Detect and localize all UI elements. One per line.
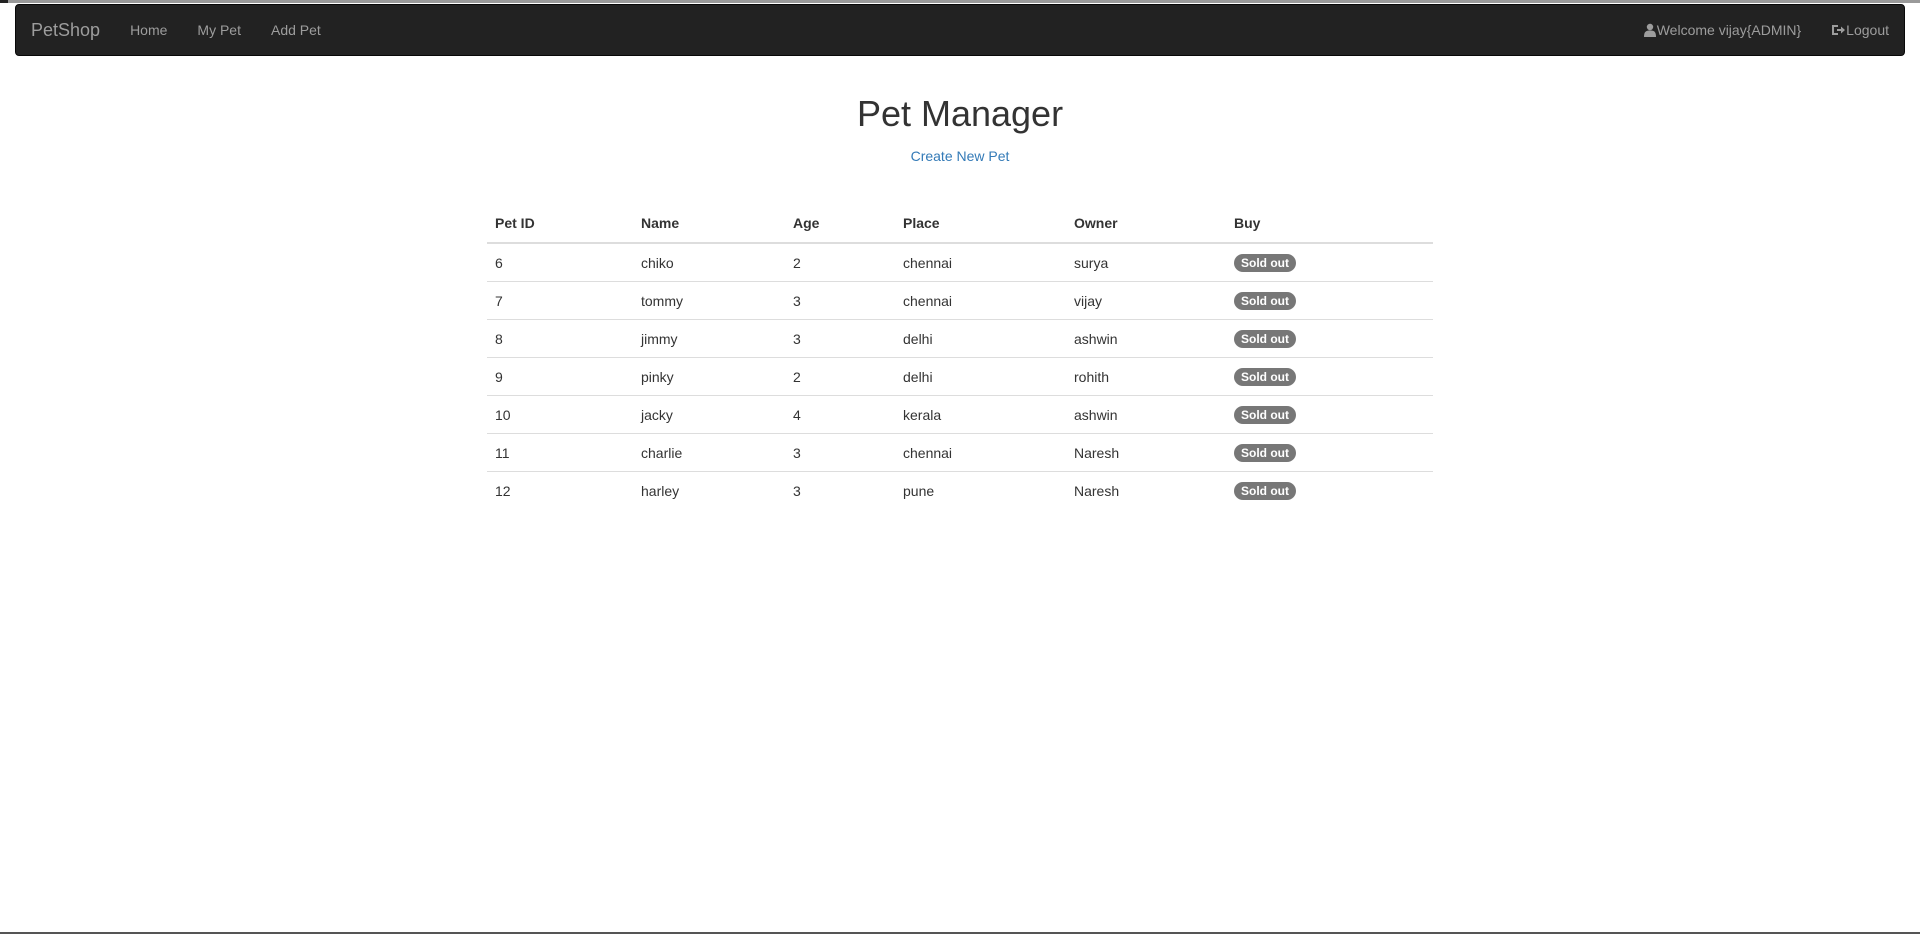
cell-name: harley xyxy=(633,471,785,509)
cell-age: 4 xyxy=(785,395,895,434)
cell-age: 2 xyxy=(785,242,895,282)
cell-age: 3 xyxy=(785,319,895,358)
user-icon xyxy=(1643,23,1656,37)
col-age: Age xyxy=(785,204,895,244)
nav-home[interactable]: Home xyxy=(115,5,182,55)
window-top-border xyxy=(0,0,1920,3)
cell-buy: Sold out xyxy=(1226,471,1433,509)
cell-pet-id: 7 xyxy=(487,281,633,320)
cell-place: pune xyxy=(895,471,1066,509)
cell-owner: vijay xyxy=(1066,281,1226,320)
logout-icon xyxy=(1832,25,1846,35)
cell-place: chennai xyxy=(895,242,1066,282)
table-row: 11 charlie 3 chennai Naresh Sold out xyxy=(487,433,1433,472)
cell-place: delhi xyxy=(895,357,1066,396)
table-row: 6 chiko 2 chennai surya Sold out xyxy=(487,242,1433,282)
create-link-wrap: Create New Pet xyxy=(0,148,1920,164)
nav-welcome[interactable]: Welcome vijay{ADMIN} xyxy=(1629,5,1816,55)
sold-out-badge[interactable]: Sold out xyxy=(1234,291,1296,310)
cell-owner: rohith xyxy=(1066,357,1226,396)
sold-out-badge[interactable]: Sold out xyxy=(1234,367,1296,386)
table-row: 7 tommy 3 chennai vijay Sold out xyxy=(487,281,1433,320)
cell-pet-id: 6 xyxy=(487,242,633,282)
sold-out-badge[interactable]: Sold out xyxy=(1234,405,1296,424)
cell-pet-id: 11 xyxy=(487,433,633,472)
col-pet-id: Pet ID xyxy=(487,204,633,244)
cell-place: kerala xyxy=(895,395,1066,434)
cell-buy: Sold out xyxy=(1226,357,1433,396)
cell-name: jacky xyxy=(633,395,785,434)
table-row: 10 jacky 4 kerala ashwin Sold out xyxy=(487,395,1433,434)
cell-buy: Sold out xyxy=(1226,319,1433,358)
cell-age: 3 xyxy=(785,281,895,320)
nav-left: Home My Pet Add Pet xyxy=(115,5,336,55)
cell-owner: Naresh xyxy=(1066,471,1226,509)
cell-name: pinky xyxy=(633,357,785,396)
cell-owner: surya xyxy=(1066,242,1226,282)
cell-name: charlie xyxy=(633,433,785,472)
nav-logout[interactable]: Logout xyxy=(1816,5,1904,55)
pet-table-wrap: Pet ID Name Age Place Owner Buy 6 chiko … xyxy=(487,204,1433,509)
sold-out-badge[interactable]: Sold out xyxy=(1234,443,1296,462)
cell-buy: Sold out xyxy=(1226,395,1433,434)
cell-buy: Sold out xyxy=(1226,242,1433,282)
cell-buy: Sold out xyxy=(1226,281,1433,320)
logout-label: Logout xyxy=(1846,22,1889,38)
table-header-row: Pet ID Name Age Place Owner Buy xyxy=(487,204,1433,244)
cell-name: jimmy xyxy=(633,319,785,358)
navbar: PetShop Home My Pet Add Pet Welcome vija… xyxy=(15,4,1905,56)
cell-name: tommy xyxy=(633,281,785,320)
col-owner: Owner xyxy=(1066,204,1226,244)
table-row: 8 jimmy 3 delhi ashwin Sold out xyxy=(487,319,1433,358)
sold-out-badge[interactable]: Sold out xyxy=(1234,481,1296,500)
col-name: Name xyxy=(633,204,785,244)
sold-out-badge[interactable]: Sold out xyxy=(1234,253,1296,272)
cell-name: chiko xyxy=(633,242,785,282)
nav-add-pet[interactable]: Add Pet xyxy=(256,5,336,55)
page-title: Pet Manager xyxy=(856,93,1064,134)
col-place: Place xyxy=(895,204,1066,244)
cell-pet-id: 9 xyxy=(487,357,633,396)
table-row: 9 pinky 2 delhi rohith Sold out xyxy=(487,357,1433,396)
cell-pet-id: 8 xyxy=(487,319,633,358)
col-buy: Buy xyxy=(1226,204,1433,244)
brand-link[interactable]: PetShop xyxy=(16,20,115,41)
table-row: 12 harley 3 pune Naresh Sold out xyxy=(487,471,1433,509)
cell-buy: Sold out xyxy=(1226,433,1433,472)
cell-pet-id: 10 xyxy=(487,395,633,434)
pet-table: Pet ID Name Age Place Owner Buy 6 chiko … xyxy=(487,204,1433,509)
cell-pet-id: 12 xyxy=(487,471,633,509)
cell-place: chennai xyxy=(895,433,1066,472)
create-new-pet-link[interactable]: Create New Pet xyxy=(911,148,1010,164)
cell-owner: ashwin xyxy=(1066,319,1226,358)
cell-age: 3 xyxy=(785,471,895,509)
cell-age: 2 xyxy=(785,357,895,396)
cell-owner: Naresh xyxy=(1066,433,1226,472)
cell-owner: ashwin xyxy=(1066,395,1226,434)
sold-out-badge[interactable]: Sold out xyxy=(1234,329,1296,348)
welcome-text: Welcome vijay{ADMIN} xyxy=(1656,22,1802,38)
nav-my-pet[interactable]: My Pet xyxy=(182,5,256,55)
cell-age: 3 xyxy=(785,433,895,472)
cell-place: delhi xyxy=(895,319,1066,358)
nav-right: Welcome vijay{ADMIN} Logout xyxy=(1629,5,1904,55)
cell-place: chennai xyxy=(895,281,1066,320)
